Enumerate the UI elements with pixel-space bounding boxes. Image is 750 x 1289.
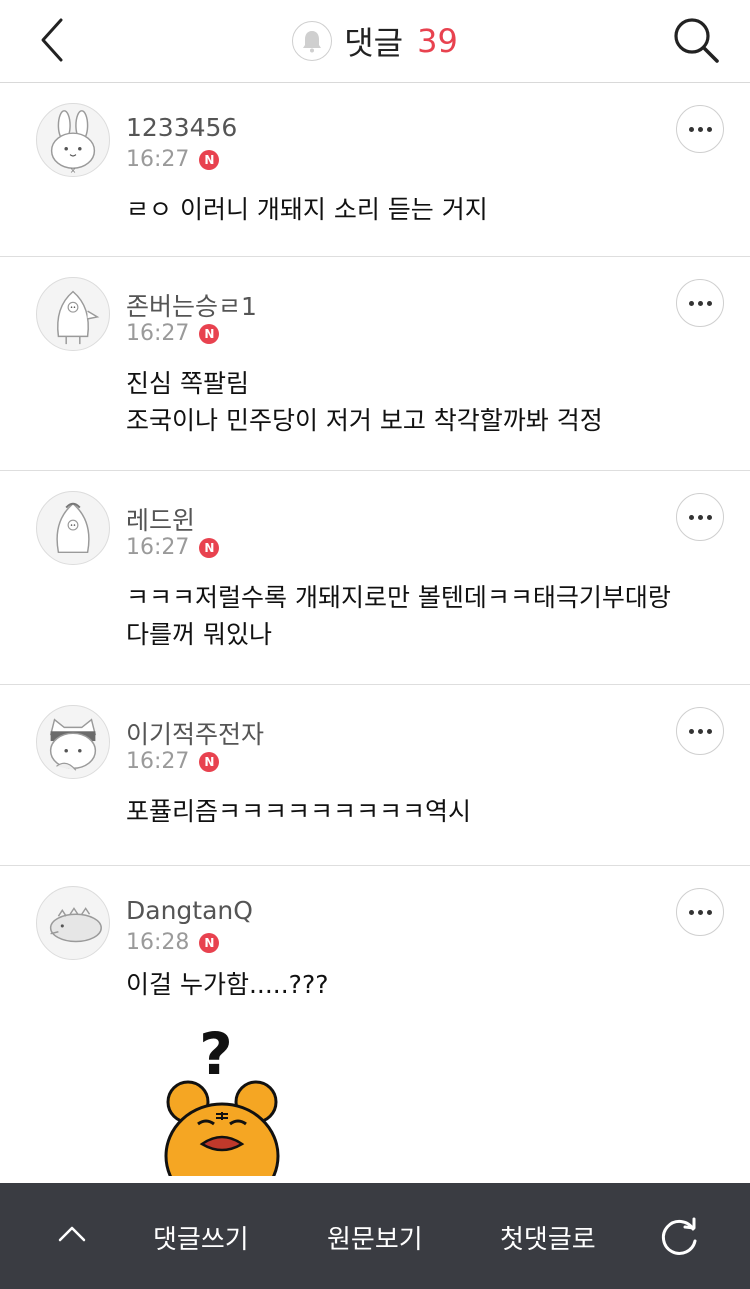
comment-meta: 16:27 N xyxy=(126,535,220,560)
more-options-button[interactable] xyxy=(676,888,724,936)
bottom-action-bar: 댓글쓰기 원문보기 첫댓글로 xyxy=(0,1183,750,1289)
cat-avatar-icon xyxy=(49,718,97,771)
page-title-group: 댓글 39 xyxy=(0,0,750,82)
new-badge: N xyxy=(199,323,220,344)
avatar[interactable] xyxy=(36,491,110,565)
top-header: 댓글 39 xyxy=(0,0,750,83)
ellipsis-icon xyxy=(688,514,694,520)
comment-nickname[interactable]: 레드윈 xyxy=(126,501,195,537)
comment-line: 다를꺼 뭐있나 xyxy=(126,620,272,649)
comment-nickname[interactable]: 이기적주전자 xyxy=(126,715,264,751)
comment-text: ㄹㅇ 이러니 개돼지 소리 듣는 거지 xyxy=(126,191,710,228)
comment-line: ㄹㅇ 이러니 개돼지 소리 듣는 거지 xyxy=(126,195,488,224)
question-mark-glyph: ? xyxy=(199,1020,233,1088)
avatar[interactable] xyxy=(36,886,110,960)
comment-item: 이기적주전자 16:27 N 포퓰리즘ㅋㅋㅋㅋㅋㅋㅋㅋㅋ역시 xyxy=(0,685,750,866)
penguin-avatar-icon xyxy=(57,290,100,345)
comment-meta: 16:27 N xyxy=(126,321,220,346)
comment-count: 39 xyxy=(417,22,458,60)
confused-bear-sticker: ? xyxy=(164,1020,280,1210)
refresh-icon xyxy=(661,1217,697,1255)
chevron-up-icon xyxy=(58,1226,86,1242)
comment-time: 16:28 xyxy=(126,930,190,955)
comment-line: 조국이나 민주당이 저거 보고 착각할까봐 걱정 xyxy=(126,406,603,435)
comment-text: 포퓰리즘ㅋㅋㅋㅋㅋㅋㅋㅋㅋ역시 xyxy=(126,793,710,830)
view-original-button[interactable]: 원문보기 xyxy=(327,1219,423,1256)
comment-meta: 16:27 N xyxy=(126,749,220,774)
comment-line: 이걸 누가함.....??? xyxy=(126,970,329,999)
more-options-button[interactable] xyxy=(676,707,724,755)
comment-item: 레드윈 16:27 N ㅋㅋㅋ저럴수록 개돼지로만 볼텐데ㅋㅋ태극기부대랑 다를… xyxy=(0,471,750,685)
comment-text: ㅋㅋㅋ저럴수록 개돼지로만 볼텐데ㅋㅋ태극기부대랑 다를꺼 뭐있나 xyxy=(126,579,710,653)
comment-item: DangtanQ 16:28 N 이걸 누가함.....??? ? xyxy=(0,866,750,1210)
avatar[interactable] xyxy=(36,705,110,779)
rabbit-avatar-icon: × xyxy=(50,110,96,175)
first-comment-button[interactable]: 첫댓글로 xyxy=(500,1219,596,1256)
comment-text: 진심 쪽팔림 조국이나 민주당이 저거 보고 착각할까봐 걱정 xyxy=(126,365,710,439)
write-comment-button[interactable]: 댓글쓰기 xyxy=(153,1219,249,1256)
scroll-top-button[interactable] xyxy=(50,1211,94,1255)
comment-item: 존버는승ㄹ1 16:27 N 진심 쪽팔림 조국이나 민주당이 저거 보고 착각… xyxy=(0,257,750,471)
more-options-button[interactable] xyxy=(676,105,724,153)
more-options-button[interactable] xyxy=(676,279,724,327)
new-badge: N xyxy=(199,149,220,170)
comment-time: 16:27 xyxy=(126,535,190,560)
penguin-avatar-icon xyxy=(56,502,90,554)
new-badge: N xyxy=(199,537,220,558)
svg-text:×: × xyxy=(70,166,77,175)
comment-list: × 1233456 16:27 N ㄹㅇ 이러니 개돼지 소리 듣는 거지 존버… xyxy=(0,83,750,1210)
avatar[interactable]: × xyxy=(36,103,110,177)
comment-line: 진심 쪽팔림 xyxy=(126,369,249,398)
ellipsis-icon xyxy=(688,909,694,915)
search-button[interactable] xyxy=(670,14,722,66)
comment-line: ㅋㅋㅋ저럴수록 개돼지로만 볼텐데ㅋㅋ태극기부대랑 xyxy=(126,583,671,612)
comment-nickname[interactable]: 1233456 xyxy=(126,113,237,142)
comment-meta: 16:27 N xyxy=(126,147,220,172)
new-badge: N xyxy=(199,932,220,953)
refresh-button[interactable] xyxy=(655,1213,703,1261)
bell-icon[interactable] xyxy=(292,21,333,61)
comment-nickname[interactable]: DangtanQ xyxy=(126,896,253,925)
comment-meta: 16:28 N xyxy=(126,930,220,955)
avatar[interactable] xyxy=(36,277,110,351)
ellipsis-icon xyxy=(688,728,694,734)
search-icon xyxy=(674,18,719,63)
ellipsis-icon xyxy=(688,126,694,132)
comment-time: 16:27 xyxy=(126,321,190,346)
ellipsis-icon xyxy=(688,300,694,306)
comment-nickname[interactable]: 존버는승ㄹ1 xyxy=(126,287,257,323)
more-options-button[interactable] xyxy=(676,493,724,541)
dino-avatar-icon xyxy=(49,907,102,943)
comment-line: 포퓰리즘ㅋㅋㅋㅋㅋㅋㅋㅋㅋ역시 xyxy=(126,797,472,826)
sticker-image: ? xyxy=(158,1016,288,1210)
page-title: 댓글 xyxy=(344,24,404,62)
comment-text: 이걸 누가함.....??? xyxy=(126,966,710,1003)
new-badge: N xyxy=(199,751,220,772)
comment-time: 16:27 xyxy=(126,147,190,172)
comment-time: 16:27 xyxy=(126,749,190,774)
comment-item: × 1233456 16:27 N ㄹㅇ 이러니 개돼지 소리 듣는 거지 xyxy=(0,83,750,257)
